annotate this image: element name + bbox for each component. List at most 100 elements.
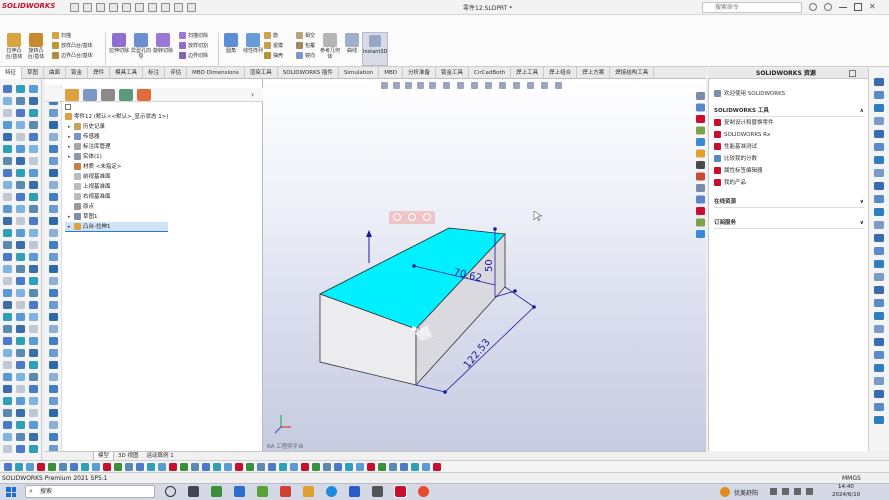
tool-icon[interactable] bbox=[224, 463, 232, 471]
tool-icon[interactable] bbox=[3, 169, 12, 177]
tool-icon[interactable] bbox=[26, 463, 34, 471]
minimize-icon[interactable] bbox=[839, 7, 847, 8]
tool-icon[interactable] bbox=[49, 313, 58, 321]
tool-icon[interactable] bbox=[29, 313, 38, 321]
shell-button[interactable]: 抽壳 bbox=[264, 51, 283, 61]
right-toolbar-icons[interactable] bbox=[869, 68, 889, 451]
tool-icon[interactable] bbox=[874, 195, 884, 203]
tool-icon[interactable] bbox=[389, 463, 397, 471]
tool-icon[interactable] bbox=[16, 193, 25, 201]
tool-icon[interactable] bbox=[696, 195, 705, 204]
tab-5[interactable]: 模具工具 bbox=[110, 67, 144, 79]
open-file-icon[interactable] bbox=[96, 3, 105, 12]
input-method-icon[interactable] bbox=[806, 488, 813, 495]
tool-icon[interactable] bbox=[874, 273, 884, 281]
tool-icon[interactable] bbox=[29, 97, 38, 105]
tool-icon[interactable] bbox=[3, 445, 12, 453]
tool-icon[interactable] bbox=[3, 109, 12, 117]
tool-icon[interactable] bbox=[16, 97, 25, 105]
save-icon[interactable] bbox=[109, 3, 118, 12]
tool-icon[interactable] bbox=[136, 463, 144, 471]
tab-0[interactable]: 特征 bbox=[0, 67, 23, 79]
tool-icon[interactable] bbox=[874, 91, 884, 99]
tool-icon[interactable] bbox=[114, 463, 122, 471]
tool-icon[interactable] bbox=[29, 133, 38, 141]
dimxpert-tab-icon[interactable] bbox=[119, 89, 133, 101]
tool-icon[interactable] bbox=[29, 265, 38, 273]
tool-icon[interactable] bbox=[874, 299, 884, 307]
tool-icon[interactable] bbox=[49, 217, 58, 225]
tool-icon[interactable] bbox=[356, 463, 364, 471]
tool-link[interactable]: SOLIDWORKS Rx bbox=[714, 129, 864, 141]
tool-icon[interactable] bbox=[3, 193, 12, 201]
tool-icon[interactable] bbox=[15, 463, 23, 471]
tool-icon[interactable] bbox=[29, 325, 38, 333]
tree-root[interactable]: 零件12 (默认<<默认>_显示状态 1>) bbox=[65, 112, 168, 122]
linear-pattern-button[interactable]: 线性阵列 bbox=[243, 33, 263, 54]
tree-item[interactable]: 前视基准面 bbox=[65, 172, 168, 182]
tool-icon[interactable] bbox=[59, 463, 67, 471]
side-strip-icons[interactable] bbox=[45, 85, 62, 451]
tool-icon[interactable] bbox=[3, 265, 12, 273]
weather-icon[interactable] bbox=[720, 487, 730, 497]
tool-icon[interactable] bbox=[433, 463, 441, 471]
tool-icon[interactable] bbox=[16, 373, 25, 381]
tab-16[interactable]: 焊上工具 bbox=[511, 67, 545, 79]
feature-tree-tab-icon[interactable] bbox=[65, 89, 79, 101]
tool-icon[interactable] bbox=[16, 169, 25, 177]
tool-icon[interactable] bbox=[29, 289, 38, 297]
tool-icon[interactable] bbox=[49, 385, 58, 393]
user-icon[interactable] bbox=[824, 3, 832, 11]
tool-icon[interactable] bbox=[3, 397, 12, 405]
tool-icon[interactable] bbox=[3, 85, 12, 93]
tool-icon[interactable] bbox=[874, 364, 884, 372]
tool-icon[interactable] bbox=[16, 409, 25, 417]
solidworks-taskbar-icon[interactable] bbox=[394, 485, 407, 498]
tool-icon[interactable] bbox=[874, 286, 884, 294]
tool-icon[interactable] bbox=[29, 337, 38, 345]
tool-icon[interactable] bbox=[334, 463, 342, 471]
app-red-icon[interactable] bbox=[280, 486, 291, 497]
collapse-arrow-icon[interactable]: › bbox=[251, 90, 254, 99]
tool-icon[interactable] bbox=[3, 361, 12, 369]
online-resources-section-header[interactable]: 在线资源 ∨ bbox=[714, 197, 864, 208]
tool-icon[interactable] bbox=[103, 463, 111, 471]
edge-browser-icon[interactable] bbox=[326, 486, 337, 497]
tab-6[interactable]: 标注 bbox=[143, 67, 166, 79]
app-blue-icon[interactable] bbox=[234, 486, 245, 497]
lofted-cut-button[interactable]: 放样切割 bbox=[179, 41, 208, 51]
cortana-icon[interactable] bbox=[165, 486, 176, 497]
tool-icon[interactable] bbox=[3, 433, 12, 441]
weather-text[interactable]: 优美舒阳 bbox=[734, 488, 758, 497]
tab-1[interactable]: 草图 bbox=[22, 67, 45, 79]
tab-18[interactable]: 焊上方案 bbox=[577, 67, 611, 79]
tree-item[interactable]: ▸ 凸台-拉伸1 bbox=[65, 222, 169, 232]
tool-icon[interactable] bbox=[16, 349, 25, 357]
fillet-button[interactable]: 圆角 bbox=[221, 33, 241, 54]
tool-icon[interactable] bbox=[125, 463, 133, 471]
options-gear-icon[interactable] bbox=[187, 3, 196, 12]
tool-icon[interactable] bbox=[696, 161, 705, 169]
task-pane-tab-icons[interactable] bbox=[695, 90, 707, 240]
tool-icon[interactable] bbox=[874, 338, 884, 346]
left-toolbar-icons[interactable] bbox=[0, 79, 42, 461]
tool-icon[interactable] bbox=[696, 138, 705, 146]
wechat-icon[interactable] bbox=[257, 486, 268, 497]
tool-icon[interactable] bbox=[29, 397, 38, 405]
intersect-button[interactable]: 相交 bbox=[296, 31, 315, 41]
tool-icon[interactable] bbox=[49, 253, 58, 261]
tool-icon[interactable] bbox=[16, 145, 25, 153]
tool-icon[interactable] bbox=[147, 463, 155, 471]
boundary-cut-button[interactable]: 边界切除 bbox=[179, 51, 208, 61]
app-mail-icon[interactable] bbox=[349, 486, 360, 497]
tab-9[interactable]: 渲染工具 bbox=[245, 67, 278, 79]
tool-icon[interactable] bbox=[29, 229, 38, 237]
tree-item[interactable]: ▸ 标注库管理 bbox=[65, 142, 168, 152]
select-icon[interactable] bbox=[148, 3, 157, 12]
tool-icon[interactable] bbox=[874, 416, 884, 424]
tool-icon[interactable] bbox=[874, 351, 884, 359]
tool-icon[interactable] bbox=[16, 445, 25, 453]
tool-icon[interactable] bbox=[400, 463, 408, 471]
boundary-boss-button[interactable]: 边界凸台/基体 bbox=[52, 51, 93, 61]
tool-icon[interactable] bbox=[257, 463, 265, 471]
